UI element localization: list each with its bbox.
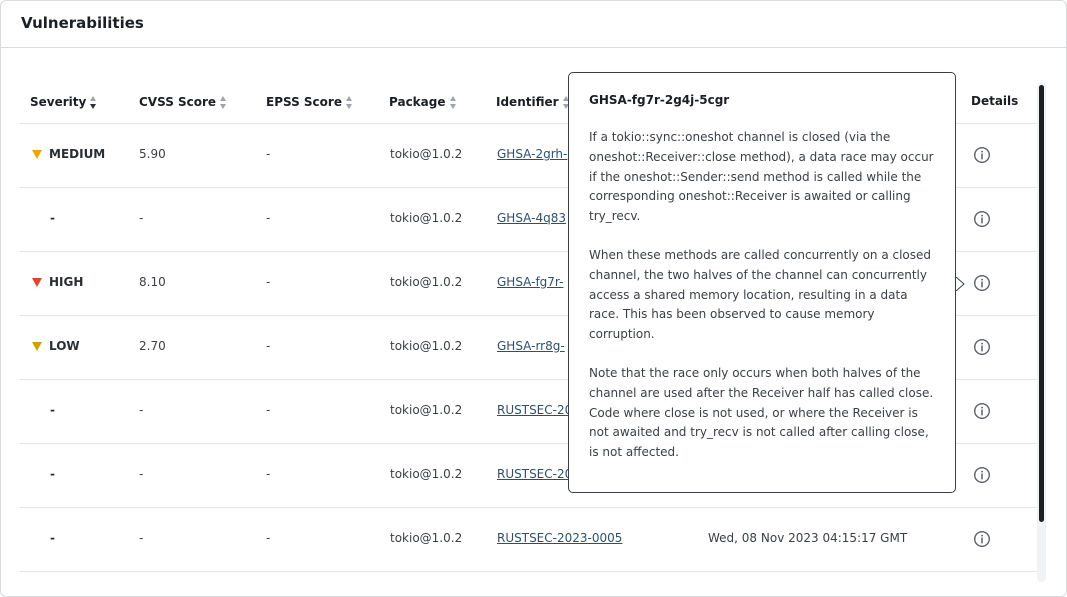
panel-title: Vulnerabilities <box>21 14 144 32</box>
date-cell: Wed, 08 Nov 2023 04:15:17 GMT <box>708 531 908 545</box>
package-cell: tokio@1.0.2 <box>390 403 463 417</box>
column-label-details: Details <box>971 94 1019 108</box>
triangle-down-icon <box>32 341 42 351</box>
triangle-down-icon <box>32 277 42 287</box>
details-tooltip: GHSA-fg7r-2g4j-5cgr If a tokio::sync::on… <box>568 72 956 493</box>
sort-arrows-icon[interactable] <box>449 95 457 109</box>
identifier-link[interactable]: RUSTSEC-20 <box>497 467 572 481</box>
epss-cell: - <box>266 403 271 417</box>
tooltip-title: GHSA-fg7r-2g4j-5cgr <box>589 93 730 107</box>
column-header-severity[interactable]: Severity <box>30 95 97 109</box>
row-divider <box>20 571 1038 572</box>
info-circle-icon[interactable] <box>973 402 991 420</box>
severity-cell: HIGH <box>32 275 83 289</box>
severity-cell: - <box>50 211 55 225</box>
tooltip-paragraph: If a tokio::sync::oneshot channel is clo… <box>589 130 934 224</box>
package-cell: tokio@1.0.2 <box>390 211 463 225</box>
cvss-cell: 8.10 <box>139 275 166 289</box>
column-header-details: Details <box>971 94 1018 108</box>
tooltip-paragraph: Note that the race only occurs when both… <box>589 365 934 460</box>
identifier-link[interactable]: GHSA-4q83 <box>497 211 566 225</box>
scrollbar-thumb[interactable] <box>1039 85 1044 522</box>
info-circle-icon[interactable] <box>973 274 991 292</box>
sort-arrows-icon[interactable] <box>345 95 353 109</box>
package-cell: tokio@1.0.2 <box>390 467 463 481</box>
column-header-package[interactable]: Package <box>389 95 457 109</box>
cvss-cell: - <box>139 531 144 545</box>
column-label-severity: Severity <box>30 95 87 109</box>
severity-label: LOW <box>49 339 80 353</box>
tooltip-paragraph: When these methods are called concurrent… <box>589 247 932 342</box>
identifier-link[interactable]: GHSA-2grh- <box>497 147 567 161</box>
column-header-identifier[interactable]: Identifier <box>496 95 570 109</box>
panel-header: Vulnerabilities <box>1 1 1066 48</box>
identifier-link[interactable]: RUSTSEC-2023-0005 <box>497 531 622 545</box>
epss-cell: - <box>266 275 271 289</box>
identifier-link[interactable]: RUSTSEC-20 <box>497 403 572 417</box>
epss-cell: - <box>266 339 271 353</box>
cvss-cell: 2.70 <box>139 339 166 353</box>
info-circle-icon[interactable] <box>973 210 991 228</box>
sort-arrows-icon[interactable] <box>90 95 97 109</box>
info-circle-icon[interactable] <box>973 466 991 484</box>
cvss-cell: 5.90 <box>139 147 166 161</box>
column-label-epss: EPSS Score <box>266 95 342 109</box>
info-circle-icon[interactable] <box>973 530 991 548</box>
package-cell: tokio@1.0.2 <box>390 531 463 545</box>
column-label-package: Package <box>389 95 446 109</box>
identifier-link[interactable]: GHSA-fg7r- <box>497 275 563 289</box>
sort-arrows-icon[interactable] <box>220 95 227 109</box>
column-header-epss[interactable]: EPSS Score <box>266 95 353 109</box>
column-header-cvss[interactable]: CVSS Score <box>139 95 227 109</box>
cvss-cell: - <box>139 211 144 225</box>
severity-label: HIGH <box>49 275 84 289</box>
severity-label: MEDIUM <box>49 147 106 161</box>
severity-cell: - <box>50 531 55 545</box>
info-circle-icon[interactable] <box>973 146 991 164</box>
severity-cell: - <box>50 403 55 417</box>
epss-cell: - <box>266 147 271 161</box>
identifier-link[interactable]: GHSA-rr8g- <box>497 339 565 353</box>
package-cell: tokio@1.0.2 <box>390 275 463 289</box>
epss-cell: - <box>266 467 271 481</box>
severity-cell: MEDIUM <box>32 147 105 161</box>
column-label-cvss: CVSS Score <box>139 95 217 109</box>
triangle-down-icon <box>32 149 42 159</box>
severity-cell: - <box>50 467 55 481</box>
severity-cell: LOW <box>32 339 80 353</box>
column-label-identifier: Identifier <box>496 95 559 109</box>
info-circle-icon[interactable] <box>973 338 991 356</box>
cvss-cell: - <box>139 403 144 417</box>
row-divider <box>20 507 1038 508</box>
package-cell: tokio@1.0.2 <box>390 147 463 161</box>
epss-cell: - <box>266 211 271 225</box>
tooltip-arrow <box>956 277 965 291</box>
package-cell: tokio@1.0.2 <box>390 339 463 353</box>
cvss-cell: - <box>139 467 144 481</box>
epss-cell: - <box>266 531 271 545</box>
